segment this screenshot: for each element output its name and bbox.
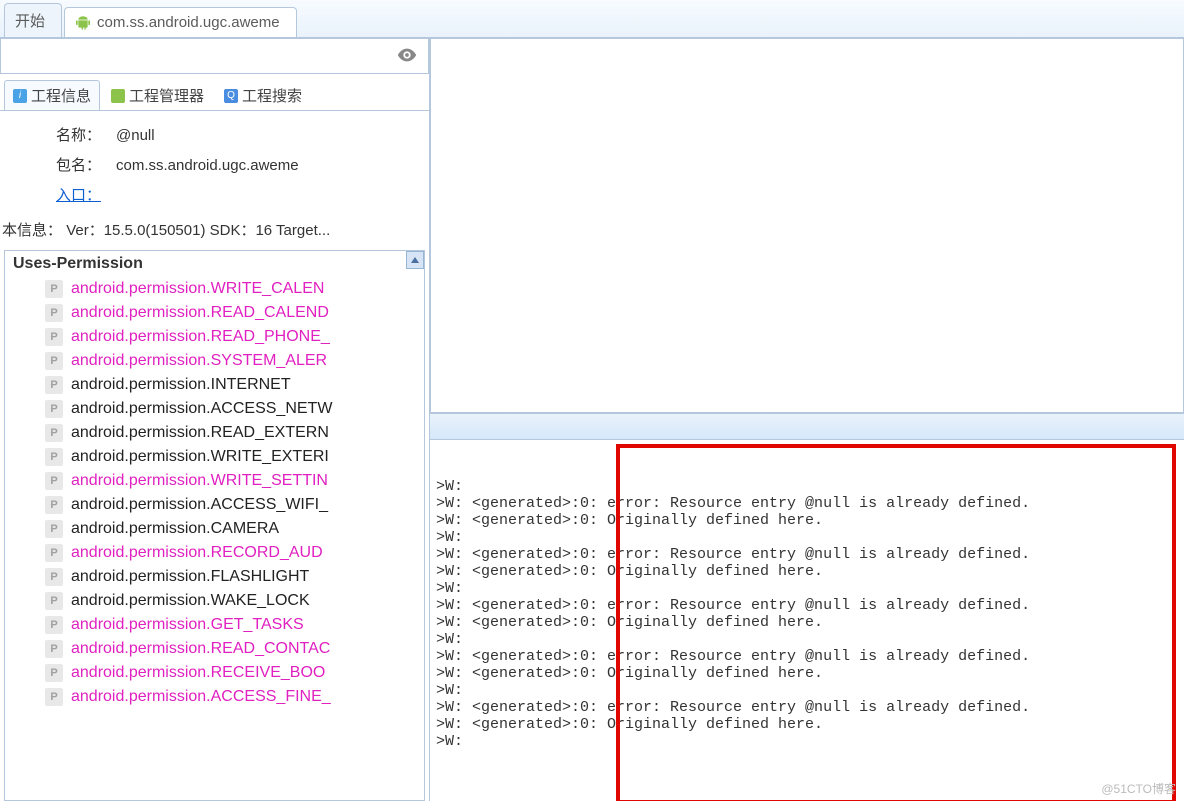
- permission-text: android.permission.WRITE_SETTIN: [71, 472, 328, 490]
- sub-tab-bar: i 工程信息 工程管理器 Q 工程搜索: [0, 74, 429, 111]
- permission-item[interactable]: Pandroid.permission.WRITE_CALEN: [5, 277, 424, 301]
- permission-item[interactable]: Pandroid.permission.SYSTEM_ALER: [5, 349, 424, 373]
- right-panel: >W: >W: <generated>:0: error: Resource e…: [430, 38, 1184, 801]
- permission-text: android.permission.READ_PHONE_: [71, 328, 330, 346]
- permission-item[interactable]: Pandroid.permission.READ_CALEND: [5, 301, 424, 325]
- permission-item[interactable]: Pandroid.permission.ACCESS_WIFI_: [5, 493, 424, 517]
- content-area: [430, 38, 1184, 413]
- watermark: @51CTO博客: [1101, 780, 1176, 797]
- permission-item[interactable]: Pandroid.permission.WRITE_SETTIN: [5, 469, 424, 493]
- main-area: i 工程信息 工程管理器 Q 工程搜索 名称： @null 包名： com.ss…: [0, 38, 1184, 801]
- android-icon: [75, 15, 91, 31]
- permission-text: android.permission.RECEIVE_BOO: [71, 664, 325, 682]
- permission-text: android.permission.READ_EXTERN: [71, 424, 329, 442]
- permission-item[interactable]: Pandroid.permission.FLASHLIGHT: [5, 565, 424, 589]
- permission-badge-icon: P: [45, 328, 63, 346]
- tab-start-label: 开始: [15, 10, 45, 31]
- permission-badge-icon: P: [45, 616, 63, 634]
- permission-item[interactable]: Pandroid.permission.ACCESS_FINE_: [5, 685, 424, 709]
- pkg-label: 包名：: [56, 151, 116, 181]
- name-value: @null: [116, 121, 155, 151]
- scroll-up-button[interactable]: [406, 251, 424, 269]
- permission-text: android.permission.READ_CONTAC: [71, 640, 330, 658]
- permission-badge-icon: P: [45, 568, 63, 586]
- permission-badge-icon: P: [45, 400, 63, 418]
- permission-text: android.permission.ACCESS_FINE_: [71, 688, 331, 706]
- permission-text: android.permission.ACCESS_NETW: [71, 400, 332, 418]
- sub-tab-search[interactable]: Q 工程搜索: [215, 80, 311, 110]
- permission-item[interactable]: Pandroid.permission.RECORD_AUD: [5, 541, 424, 565]
- permission-badge-icon: P: [45, 424, 63, 442]
- permission-container: Uses-Permission Pandroid.permission.WRIT…: [4, 250, 425, 801]
- tab-bar: 开始 com.ss.android.ugc.aweme: [0, 0, 1184, 38]
- name-label: 名称：: [56, 121, 116, 151]
- permission-text: android.permission.WRITE_EXTERI: [71, 448, 329, 466]
- output-body[interactable]: >W: >W: <generated>:0: error: Resource e…: [430, 440, 1184, 801]
- permission-item[interactable]: Pandroid.permission.READ_EXTERN: [5, 421, 424, 445]
- output-text: >W: >W: <generated>:0: error: Resource e…: [436, 478, 1178, 750]
- project-info: 名称： @null 包名： com.ss.android.ugc.aweme 入…: [0, 111, 429, 217]
- search-icon: Q: [224, 89, 238, 103]
- permission-text: android.permission.WRITE_CALEN: [71, 280, 324, 298]
- permission-text: android.permission.RECORD_AUD: [71, 544, 323, 562]
- permission-item[interactable]: Pandroid.permission.RECEIVE_BOO: [5, 661, 424, 685]
- permission-badge-icon: P: [45, 496, 63, 514]
- permission-badge-icon: P: [45, 472, 63, 490]
- output-panel: >W: >W: <generated>:0: error: Resource e…: [430, 413, 1184, 801]
- permission-text: android.permission.WAKE_LOCK: [71, 592, 310, 610]
- entry-link[interactable]: 入口：: [56, 181, 101, 211]
- permission-item[interactable]: Pandroid.permission.GET_TASKS: [5, 613, 424, 637]
- permission-text: android.permission.CAMERA: [71, 520, 279, 538]
- permission-badge-icon: P: [45, 304, 63, 322]
- permission-header: Uses-Permission: [5, 251, 424, 277]
- permission-list[interactable]: Uses-Permission Pandroid.permission.WRIT…: [5, 251, 424, 800]
- version-info: 本信息： Ver：15.5.0(150501) SDK：16 Target...: [0, 217, 429, 250]
- permission-item[interactable]: Pandroid.permission.INTERNET: [5, 373, 424, 397]
- permission-badge-icon: P: [45, 688, 63, 706]
- pkg-value: com.ss.android.ugc.aweme: [116, 151, 299, 181]
- sub-tab-manager-label: 工程管理器: [129, 85, 204, 106]
- permission-item[interactable]: Pandroid.permission.WAKE_LOCK: [5, 589, 424, 613]
- permission-badge-icon: P: [45, 592, 63, 610]
- permission-badge-icon: P: [45, 664, 63, 682]
- eye-icon[interactable]: [396, 44, 418, 69]
- sub-tab-search-label: 工程搜索: [242, 85, 302, 106]
- permission-badge-icon: P: [45, 640, 63, 658]
- permission-badge-icon: P: [45, 544, 63, 562]
- left-panel: i 工程信息 工程管理器 Q 工程搜索 名称： @null 包名： com.ss…: [0, 38, 430, 801]
- sub-tab-info-label: 工程信息: [31, 85, 91, 106]
- permission-text: android.permission.GET_TASKS: [71, 616, 304, 634]
- permission-text: android.permission.FLASHLIGHT: [71, 568, 309, 586]
- permission-item[interactable]: Pandroid.permission.ACCESS_NETW: [5, 397, 424, 421]
- info-icon: i: [13, 89, 27, 103]
- permission-badge-icon: P: [45, 448, 63, 466]
- permission-item[interactable]: Pandroid.permission.CAMERA: [5, 517, 424, 541]
- permission-item[interactable]: Pandroid.permission.READ_PHONE_: [5, 325, 424, 349]
- permission-text: android.permission.SYSTEM_ALER: [71, 352, 327, 370]
- sub-tab-info[interactable]: i 工程信息: [4, 80, 100, 110]
- version-value: Ver：15.5.0(150501) SDK：16 Target...: [66, 222, 330, 239]
- output-header: [430, 414, 1184, 440]
- permission-text: android.permission.READ_CALEND: [71, 304, 329, 322]
- permission-item[interactable]: Pandroid.permission.READ_CONTAC: [5, 637, 424, 661]
- permission-badge-icon: P: [45, 376, 63, 394]
- sub-tab-manager[interactable]: 工程管理器: [102, 80, 213, 110]
- version-prefix: 本信息：: [2, 222, 62, 239]
- permission-item[interactable]: Pandroid.permission.WRITE_EXTERI: [5, 445, 424, 469]
- visibility-bar: [0, 38, 429, 74]
- tab-package[interactable]: com.ss.android.ugc.aweme: [64, 7, 297, 37]
- permission-badge-icon: P: [45, 352, 63, 370]
- permission-badge-icon: P: [45, 520, 63, 538]
- tab-package-label: com.ss.android.ugc.aweme: [97, 14, 280, 31]
- tab-start[interactable]: 开始: [4, 3, 62, 37]
- permission-text: android.permission.INTERNET: [71, 376, 291, 394]
- permission-badge-icon: P: [45, 280, 63, 298]
- permission-text: android.permission.ACCESS_WIFI_: [71, 496, 328, 514]
- manager-icon: [111, 89, 125, 103]
